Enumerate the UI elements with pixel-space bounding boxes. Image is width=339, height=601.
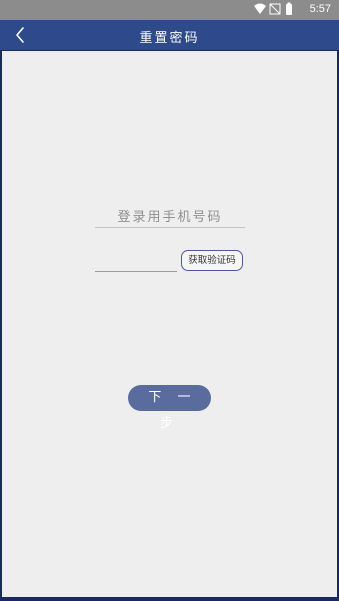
phone-number-input[interactable]	[95, 207, 245, 228]
no-signal-icon	[269, 3, 281, 15]
battery-icon	[286, 2, 292, 15]
reset-password-form: 获取验证码 下 一 步	[2, 51, 337, 597]
status-bar: 5:57	[0, 0, 339, 20]
verification-code-input[interactable]	[95, 251, 177, 272]
status-time: 5:57	[309, 3, 331, 15]
wifi-icon	[254, 3, 266, 14]
next-step-button[interactable]: 下 一 步	[128, 385, 211, 431]
page-title: 重置密码	[139, 31, 200, 46]
get-verification-code-button[interactable]: 获取验证码	[181, 250, 243, 271]
status-icons	[254, 2, 292, 15]
title-bar: 重置密码	[0, 20, 339, 50]
